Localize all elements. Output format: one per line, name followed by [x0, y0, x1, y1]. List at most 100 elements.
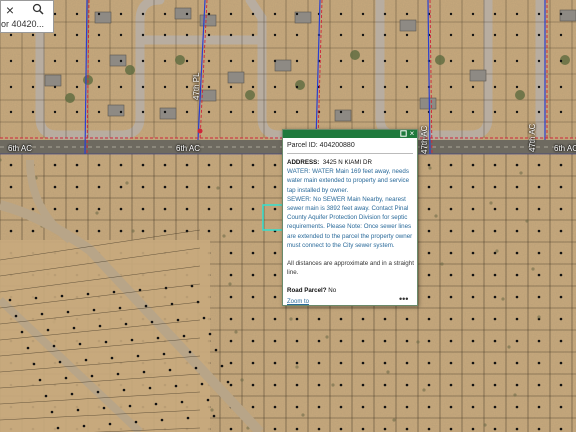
more-options-icon[interactable]: •••: [399, 294, 408, 304]
tree: [350, 50, 360, 60]
parcel-dot: [119, 163, 123, 167]
parcel-dot: [76, 408, 80, 412]
parcel-dot: [14, 314, 18, 318]
parcel-dot: [361, 59, 365, 63]
parcel-dot: [53, 85, 57, 89]
parcel-dot: [207, 163, 211, 167]
parcel-dot: [449, 163, 453, 167]
parcel-dot: [427, 273, 431, 277]
parcel-dot: [537, 339, 541, 343]
parcel-dot: [78, 342, 82, 346]
parcel-dot: [251, 273, 255, 277]
parcel-dot: [559, 251, 563, 255]
parcel-dot: [515, 427, 519, 431]
parcel-dot: [141, 185, 145, 189]
close-button[interactable]: ×: [408, 130, 416, 138]
parcel-dot: [53, 110, 57, 114]
clear-search-button[interactable]: ×: [3, 3, 17, 17]
parcel-dot: [559, 163, 563, 167]
parcel-dot: [53, 59, 57, 63]
parcel-dot: [185, 110, 189, 114]
house: [399, 19, 417, 32]
parcel-dot: [58, 360, 62, 364]
maximize-icon[interactable]: [399, 130, 407, 138]
parcel-dot: [208, 332, 212, 336]
parcel-dot: [537, 59, 541, 63]
parcel-dot: [104, 340, 108, 344]
parcel-dot: [141, 163, 145, 167]
parcel-dot: [339, 405, 343, 409]
parcel-dot: [273, 85, 277, 89]
parcel-dot: [136, 354, 140, 358]
tree: [175, 55, 185, 65]
parcel-dot: [339, 317, 343, 321]
parcel-dot: [515, 295, 519, 299]
shrub: [125, 181, 129, 185]
shrub: [240, 378, 244, 382]
parcel-dot: [405, 405, 409, 409]
parcel-dot: [229, 229, 233, 233]
parcel-dot: [229, 85, 233, 89]
parcel-dot: [493, 33, 497, 37]
parcel-dot: [383, 110, 387, 114]
parcel-dot: [449, 405, 453, 409]
search-input[interactable]: or 40420...: [1, 19, 55, 29]
parcel-dot: [515, 207, 519, 211]
parcel-dot: [427, 185, 431, 189]
house: [94, 11, 112, 24]
parcel-dot: [471, 229, 475, 233]
parcel-dot: [226, 380, 230, 384]
parcel-dot: [251, 59, 255, 63]
parcel-dot: [160, 418, 164, 422]
parcel-dot: [537, 110, 541, 114]
parcel-dot: [471, 85, 475, 89]
parcel-dot: [471, 339, 475, 343]
parcel-dot: [142, 370, 146, 374]
zoom-to-link[interactable]: Zoom to: [287, 299, 309, 305]
shrub: [210, 408, 214, 412]
parcel-dot: [361, 317, 365, 321]
parcel-dot: [207, 12, 211, 16]
parcel-dot: [124, 322, 128, 326]
parcel-dot: [207, 207, 211, 211]
parcel-dot: [383, 383, 387, 387]
parcel-dot: [405, 59, 409, 63]
parcel-dot: [537, 273, 541, 277]
parcel-dot: [163, 207, 167, 211]
parcel-dot: [559, 85, 563, 89]
parcel-dot: [150, 320, 154, 324]
parcel-dot: [141, 33, 145, 37]
parcel-dot: [317, 361, 321, 365]
search-box[interactable]: × or 40420...: [0, 0, 54, 33]
search-icon[interactable]: [31, 3, 45, 17]
parcel-dot: [185, 163, 189, 167]
parcel-dot: [9, 163, 13, 167]
shrub: [507, 345, 511, 349]
parcel-dot: [339, 59, 343, 63]
parcel-dot: [559, 317, 563, 321]
parcel-dot: [295, 383, 299, 387]
parcel-dot: [75, 12, 79, 16]
parcel-dot: [176, 318, 180, 322]
parcel-dot: [273, 295, 277, 299]
parcel-dot: [229, 12, 233, 16]
parcel-dot: [537, 383, 541, 387]
parcel-dot: [66, 310, 70, 314]
parcel-dot: [295, 12, 299, 16]
parcel-dot: [273, 163, 277, 167]
parcel-dot: [317, 405, 321, 409]
parcel-dot: [207, 59, 211, 63]
shrub: [228, 282, 232, 286]
road-parcel-line: Road Parcel? No: [287, 286, 415, 295]
parcel-dot: [251, 295, 255, 299]
shrub: [222, 234, 226, 238]
parcel-dot: [119, 207, 123, 211]
shrub: [325, 335, 329, 339]
parcel-dot: [122, 388, 126, 392]
parcel-dot: [108, 422, 112, 426]
parcel-dot: [339, 85, 343, 89]
map-pin[interactable]: [197, 128, 203, 134]
parcel-dot: [361, 405, 365, 409]
parcel-dot: [471, 383, 475, 387]
parcel-dot: [515, 163, 519, 167]
